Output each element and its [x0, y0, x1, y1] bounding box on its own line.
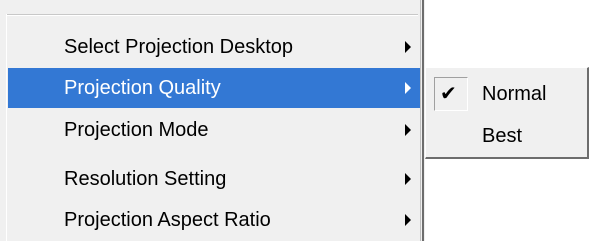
menu-item-projection-aspect-ratio[interactable]: Projection Aspect Ratio: [8, 200, 420, 240]
menu-item-resolution-setting[interactable]: Resolution Setting: [8, 159, 420, 199]
checkmark-icon: ✔: [440, 83, 457, 105]
menu-right-border: [422, 0, 424, 241]
submenu-item-best[interactable]: Best: [430, 116, 586, 156]
context-menu: Select Projection Desktop Projection Qua…: [0, 0, 425, 241]
menu-item-label: Select Projection Desktop: [64, 35, 294, 58]
menu-left-border: [6, 14, 7, 241]
submenu-arrow-icon: [405, 41, 411, 53]
menu-item-label: Projection Mode: [64, 118, 209, 141]
submenu-arrow-icon: [405, 124, 411, 136]
submenu-arrow-icon: [405, 173, 411, 185]
menu-item-projection-mode[interactable]: Projection Mode: [8, 110, 420, 150]
projection-quality-submenu: ✔ Normal Best: [425, 67, 589, 159]
menu-item-label: Resolution Setting: [64, 167, 227, 190]
submenu-item-label: Best: [482, 124, 523, 147]
menu-right-border-light: [420, 0, 421, 241]
submenu-item-label: Normal: [482, 82, 547, 105]
screen: Select Projection Desktop Projection Qua…: [0, 0, 589, 241]
menu-item-label: Projection Quality: [64, 76, 221, 99]
submenu-item-normal[interactable]: ✔ Normal: [430, 74, 586, 114]
submenu-arrow-icon: [405, 82, 411, 94]
menu-item-projection-quality[interactable]: Projection Quality: [8, 68, 420, 108]
submenu-arrow-icon: [405, 214, 411, 226]
menu-top-highlight: [6, 15, 418, 16]
menu-item-select-projection-desktop[interactable]: Select Projection Desktop: [8, 27, 420, 67]
menu-item-label: Projection Aspect Ratio: [64, 208, 271, 231]
